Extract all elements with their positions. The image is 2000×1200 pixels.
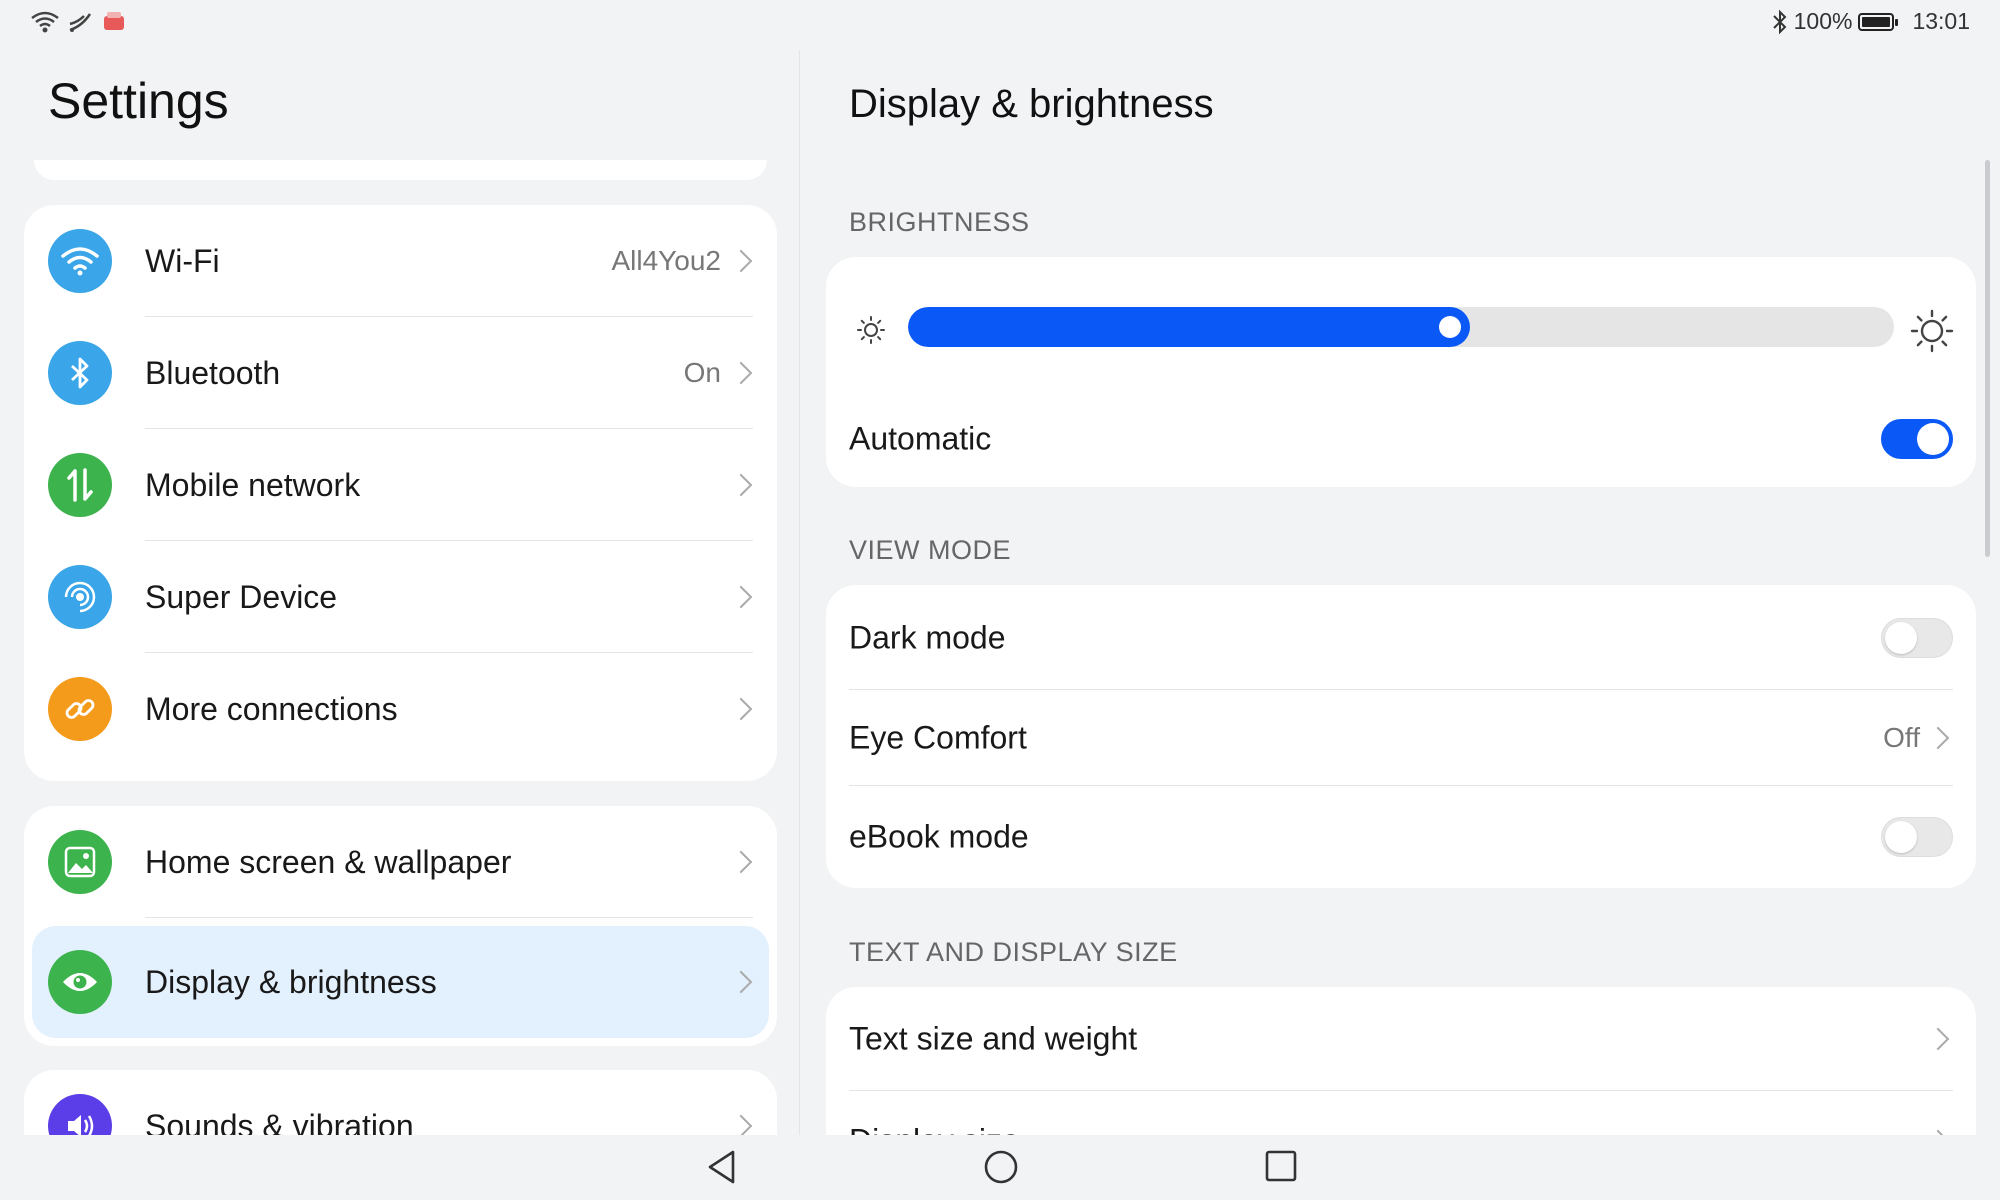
- chevron-right-icon: [729, 585, 753, 609]
- divider: [145, 917, 753, 918]
- text-display-card: Text size and weight Display size: [826, 987, 1976, 1135]
- sidebar-item-label: Bluetooth: [145, 354, 281, 391]
- bluetooth-icon: [1772, 9, 1787, 34]
- display-size-row[interactable]: Display size: [826, 1091, 1976, 1135]
- connections-card: Wi-Fi All4You2 Bluetooth On Mobile netwo…: [24, 205, 777, 781]
- bluetooth-icon: [48, 341, 112, 405]
- automatic-label: Automatic: [849, 420, 992, 457]
- sidebar-item-wifi[interactable]: Wi-Fi All4You2: [24, 205, 777, 317]
- bluetooth-status: On: [683, 357, 721, 388]
- sidebar-item-label: Display & brightness: [145, 963, 437, 1000]
- chevron-right-icon: [1926, 726, 1950, 750]
- super-device-icon: [48, 565, 112, 629]
- ebook-mode-label: eBook mode: [849, 818, 1029, 855]
- brightness-slider-thumb[interactable]: [1439, 316, 1461, 338]
- ebook-mode-row[interactable]: eBook mode: [826, 786, 1976, 888]
- eye-icon: [48, 950, 112, 1014]
- sidebar-item-home-screen[interactable]: Home screen & wallpaper: [24, 806, 777, 918]
- automatic-brightness-row[interactable]: Automatic: [826, 391, 1976, 487]
- panel-divider: [799, 50, 800, 1135]
- brightness-low-icon: [857, 316, 885, 344]
- status-right: 100% 13:01: [1772, 8, 1970, 35]
- sidebar-item-label: Mobile network: [145, 466, 361, 503]
- wifi-network-name: All4You2: [611, 245, 721, 276]
- sounds-card: Sounds & vibration: [24, 1070, 777, 1135]
- sidebar-item-super-device[interactable]: Super Device: [24, 541, 777, 653]
- sidebar-item-display-brightness[interactable]: Display & brightness: [32, 926, 769, 1038]
- section-header-text-display-size: TEXT AND DISPLAY SIZE: [849, 937, 1178, 967]
- chevron-right-icon: [729, 361, 753, 385]
- dark-mode-toggle[interactable]: [1881, 617, 1953, 658]
- brightness-high-icon: [1910, 309, 1954, 353]
- sidebar-item-label: Super Device: [145, 578, 338, 615]
- section-header-brightness: BRIGHTNESS: [849, 207, 1030, 237]
- recents-icon[interactable]: [1264, 1149, 1298, 1183]
- sidebar-item-more-connections[interactable]: More connections: [24, 653, 777, 765]
- chevron-right-icon: [729, 249, 753, 273]
- brightness-slider[interactable]: [908, 307, 1894, 347]
- section-header-view-mode: VIEW MODE: [849, 535, 1012, 565]
- sidebar-item-mobile-network[interactable]: Mobile network: [24, 429, 777, 541]
- scrollbar[interactable]: [1985, 160, 1990, 557]
- brightness-slider-fill: [908, 307, 1470, 347]
- home-icon[interactable]: [983, 1149, 1019, 1185]
- detail-title: Display & brightness: [849, 82, 1214, 126]
- chevron-right-icon: [729, 970, 753, 994]
- battery-icon: [1858, 12, 1899, 31]
- brightness-card: Automatic: [826, 257, 1976, 487]
- sidebar-item-label: Home screen & wallpaper: [145, 843, 512, 880]
- speaker-icon: [48, 1094, 112, 1135]
- display-size-label: Display size: [849, 1123, 1020, 1136]
- chevron-right-icon: [729, 1114, 753, 1135]
- cast-icon: [69, 13, 92, 32]
- eye-comfort-label: Eye Comfort: [849, 719, 1027, 756]
- eye-comfort-row[interactable]: Eye Comfort Off: [826, 690, 1976, 786]
- sidebar-item-sounds-vibration[interactable]: Sounds & vibration: [24, 1070, 777, 1135]
- sidebar-item-label: Wi-Fi: [145, 242, 220, 279]
- sidebar-item-bluetooth[interactable]: Bluetooth On: [24, 317, 777, 429]
- back-icon[interactable]: [705, 1149, 739, 1185]
- dark-mode-row[interactable]: Dark mode: [826, 585, 1976, 690]
- dark-mode-label: Dark mode: [849, 619, 1006, 655]
- view-mode-card: Dark mode Eye Comfort Off eBook mode: [826, 585, 1976, 888]
- chevron-right-icon: [1926, 1027, 1950, 1051]
- chevron-right-icon: [729, 473, 753, 497]
- clock: 13:01: [1912, 8, 1970, 34]
- text-size-row[interactable]: Text size and weight: [826, 987, 1976, 1091]
- sidebar-item-label: More connections: [145, 690, 398, 727]
- brightness-slider-row: [826, 257, 1976, 407]
- wifi-icon: [31, 11, 59, 33]
- personalization-card: Home screen & wallpaper Display & bright…: [24, 806, 777, 1046]
- status-bar: 100% 13:01: [0, 0, 2000, 50]
- mobile-data-icon: [48, 453, 112, 517]
- chevron-right-icon: [729, 850, 753, 874]
- chevron-right-icon: [729, 697, 753, 721]
- navigation-bar: [0, 1135, 2000, 1200]
- text-size-label: Text size and weight: [849, 1020, 1138, 1057]
- status-left: [30, 10, 126, 34]
- page-title: Settings: [48, 73, 229, 129]
- eye-comfort-value: Off: [1883, 722, 1920, 753]
- ebook-mode-toggle[interactable]: [1881, 817, 1953, 857]
- app-notification-icon: [104, 12, 124, 30]
- wifi-icon: [48, 229, 112, 293]
- wallpaper-icon: [48, 830, 112, 894]
- battery-percent: 100%: [1793, 8, 1853, 34]
- search-bar[interactable]: [34, 160, 767, 180]
- automatic-brightness-toggle[interactable]: [1881, 419, 1953, 459]
- link-icon: [48, 677, 112, 741]
- sidebar-item-label: Sounds & vibration: [145, 1107, 414, 1136]
